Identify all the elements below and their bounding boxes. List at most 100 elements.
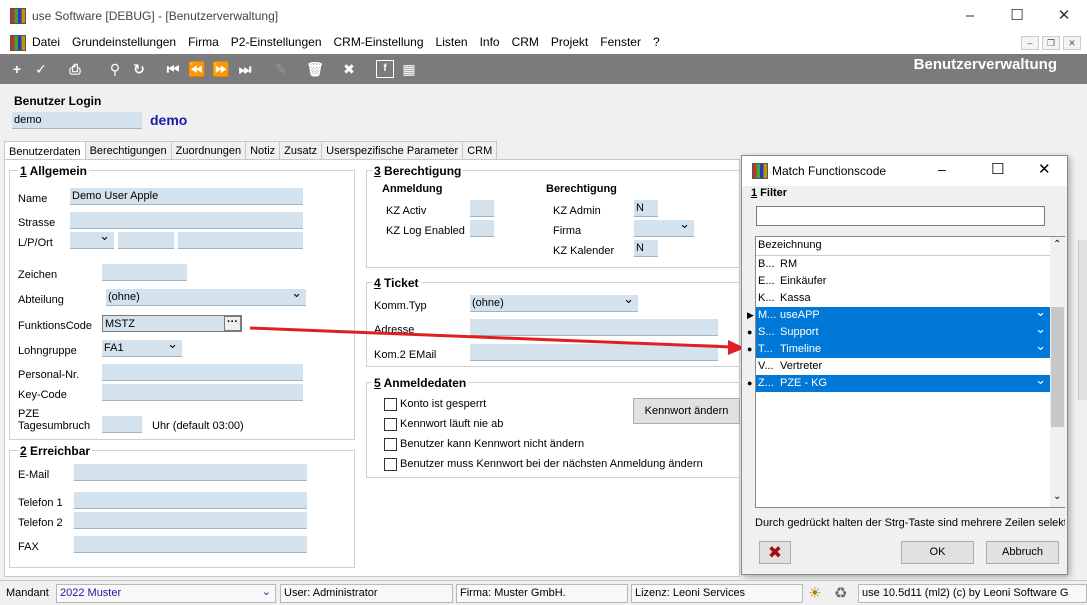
kz-kalender-input[interactable]: N <box>634 240 658 257</box>
kz-activ-input[interactable] <box>470 200 494 217</box>
dialog-minimize-button[interactable]: – <box>938 161 946 177</box>
list-scrollbar[interactable]: ⌃ ⌄ <box>1050 237 1065 507</box>
firma-select[interactable] <box>634 216 694 237</box>
close-button[interactable]: ✕ <box>1041 0 1087 32</box>
email-input[interactable] <box>74 464 307 481</box>
cancel-icon[interactable]: ✖ <box>340 60 358 78</box>
strasse-input[interactable] <box>70 212 303 229</box>
print-icon[interactable]: ⎙ <box>66 60 84 78</box>
dialog-delete-button[interactable]: ✖ <box>759 541 791 564</box>
kennwort-aendern-muss-checkbox[interactable] <box>384 458 397 471</box>
add-icon[interactable]: + <box>8 60 26 78</box>
row-label: useAPP <box>780 309 820 321</box>
funktion-input[interactable]: MSTZ <box>102 315 242 332</box>
toolbar: + ✓ ⎙ ⚲ ↻ ⏮ ⏪ ⏩ ⏭ ✎ 🗑 ✖ f ▦ Benutzerverw… <box>0 54 1087 84</box>
list-item[interactable]: K... Kassa <box>756 290 1050 307</box>
last-record-icon[interactable]: ⏭ <box>236 60 254 78</box>
konto-gesperrt-checkbox[interactable] <box>384 398 397 411</box>
menu-item-10[interactable]: ? <box>653 35 660 49</box>
abbruch-button[interactable]: Abbruch <box>986 541 1059 564</box>
sync-icon[interactable]: ♻ <box>834 584 847 602</box>
status-lizenz: Lizenz: Leoni Services <box>631 584 803 603</box>
list-item[interactable]: V... Vertreter <box>756 358 1050 375</box>
minimize-button[interactable]: – <box>947 0 993 32</box>
kennwort-nie-ab-checkbox[interactable] <box>384 418 397 431</box>
land-select[interactable] <box>70 228 114 249</box>
filter-input[interactable] <box>756 206 1045 226</box>
personal-label: Personal-Nr. <box>18 369 80 381</box>
scroll-thumb[interactable] <box>1051 307 1064 427</box>
abteilung-select[interactable]: (ohne) <box>106 285 306 306</box>
keycode-input[interactable] <box>102 384 303 401</box>
mdi-restore-button[interactable]: ❐ <box>1042 36 1060 50</box>
dialog-maximize-button[interactable]: ☐ <box>991 160 1004 178</box>
list-item[interactable]: B... RM <box>756 256 1050 273</box>
grid-icon[interactable]: ▦ <box>400 60 418 78</box>
list-item[interactable]: ● S... Support <box>747 320 1050 341</box>
sun-icon[interactable]: ☀ <box>808 584 821 602</box>
next-record-icon[interactable]: ⏩ <box>212 60 230 78</box>
zeichen-input[interactable] <box>102 264 187 281</box>
menu-item-7[interactable]: CRM <box>512 35 539 49</box>
tel1-input[interactable] <box>74 492 307 509</box>
edit-icon[interactable]: ✎ <box>272 60 290 78</box>
kennwort-nicht-aendern-checkbox[interactable] <box>384 438 397 451</box>
lohn-select[interactable]: FA1 <box>102 336 182 357</box>
pze-input[interactable] <box>102 416 142 433</box>
facebook-icon[interactable]: f <box>376 60 394 78</box>
kz-log-input[interactable] <box>470 220 494 237</box>
login-heading: Benutzer Login <box>14 94 102 108</box>
allgemein-title: 1 Allgemein <box>18 164 89 178</box>
search-icon[interactable]: ⚲ <box>106 60 124 78</box>
personal-input[interactable] <box>102 364 303 381</box>
mandant-select[interactable]: 2022 Muster ⌄ <box>56 584 276 603</box>
delete-icon[interactable]: 🗑 <box>306 60 324 78</box>
row-marker: ● <box>747 327 753 337</box>
title-bar: use Software [DEBUG] - [Benutzerverwaltu… <box>0 0 1087 32</box>
menu-item-9[interactable]: Fenster <box>600 35 641 49</box>
menu-item-1[interactable]: Grundeinstellungen <box>72 35 176 49</box>
scroll-down-icon[interactable]: ⌄ <box>1053 491 1061 502</box>
previous-record-icon[interactable]: ⏪ <box>188 60 206 78</box>
ok-button[interactable]: OK <box>901 541 974 564</box>
menu-item-8[interactable]: Projekt <box>551 35 588 49</box>
dialog-title-bar: Match Functionscode – ☐ ✕ <box>742 156 1067 186</box>
row-label: PZE - KG <box>780 377 828 389</box>
menu-item-4[interactable]: CRM-Einstellung <box>334 35 424 49</box>
first-record-icon[interactable]: ⏮ <box>164 60 182 78</box>
pze-hint: Uhr (default 03:00) <box>152 420 244 432</box>
pze-label: PZE Tagesumbruch <box>18 408 91 432</box>
kennwort-nicht-aendern-label: Benutzer kann Kennwort nicht ändern <box>400 438 585 450</box>
fax-input[interactable] <box>74 536 307 553</box>
ort-input[interactable] <box>178 232 303 249</box>
list-item[interactable]: ▶ M... useAPP <box>747 303 1050 324</box>
menu-item-3[interactable]: P2-Einstellungen <box>231 35 322 49</box>
dialog-close-button[interactable]: ✕ <box>1038 160 1051 178</box>
kz-admin-input[interactable]: N <box>634 200 658 217</box>
list-item[interactable]: ● Z... PZE - KG <box>747 371 1050 392</box>
login-input[interactable]: demo <box>12 112 142 129</box>
mdi-minimize-button[interactable]: – <box>1021 36 1039 50</box>
scroll-up-icon[interactable]: ⌃ <box>1053 239 1061 250</box>
main-scrollbar[interactable] <box>1078 240 1087 400</box>
lohn-label: Lohngruppe <box>18 345 77 357</box>
menu-item-0[interactable]: Datei <box>32 35 60 49</box>
list-item[interactable]: E... Einkäufer <box>756 273 1050 290</box>
lpo-label: L/P/Ort <box>18 237 53 249</box>
functionscode-list: Bezeichnung B... RM E... Einkäufer K... Kassa… <box>747 236 1065 508</box>
kz-kalender-label: KZ Kalender <box>553 245 615 257</box>
mdi-close-button[interactable]: ✕ <box>1063 36 1081 50</box>
check-icon[interactable]: ✓ <box>32 60 50 78</box>
menu-item-5[interactable]: Listen <box>436 35 468 49</box>
menu-item-2[interactable]: Firma <box>188 35 219 49</box>
refresh-icon[interactable]: ↻ <box>130 60 148 78</box>
list-item[interactable]: ● T... Timeline <box>747 337 1050 358</box>
dialog-hint: Durch gedrückt halten der Strg-Taste sin… <box>755 517 1065 529</box>
tel2-input[interactable] <box>74 512 307 529</box>
name-input[interactable]: Demo User Apple <box>70 188 303 205</box>
plz-input[interactable] <box>118 232 174 249</box>
kennwort-aendern-button[interactable]: Kennwort ändern <box>633 398 740 424</box>
funktion-lookup-button[interactable]: ··· <box>224 316 241 331</box>
maximize-button[interactable]: ☐ <box>994 0 1040 32</box>
menu-item-6[interactable]: Info <box>480 35 500 49</box>
